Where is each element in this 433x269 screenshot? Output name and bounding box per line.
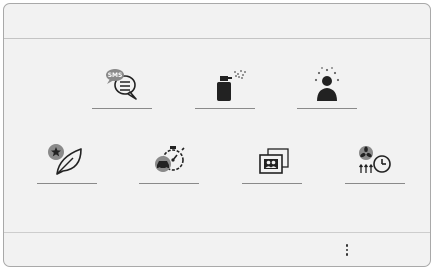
tile-underline: [92, 108, 152, 109]
tile-ambiance[interactable]: [297, 64, 357, 112]
tile-underline: [195, 108, 255, 109]
tile-fragrance[interactable]: [195, 64, 255, 112]
more-vertical-icon[interactable]: [340, 239, 354, 261]
tile-climate-programming[interactable]: [345, 139, 405, 187]
eco-leaf-star-icon: [37, 139, 97, 179]
tile-underline: [139, 183, 199, 184]
tile-photos[interactable]: [242, 139, 302, 187]
fan-clock-icon: [345, 139, 405, 179]
sms-bubble-icon: SMS: [92, 64, 152, 104]
tile-underline: [297, 108, 357, 109]
tile-underline: [242, 183, 302, 184]
tile-sms[interactable]: SMS: [92, 64, 152, 112]
top-bar: [4, 4, 430, 39]
tile-underline: [37, 183, 97, 184]
fragrance-spray-icon: [195, 64, 255, 104]
car-timer-icon: [139, 139, 199, 179]
person-light-icon: [297, 64, 357, 104]
bottom-bar: [4, 232, 430, 266]
app-screen: SMS: [3, 3, 431, 267]
tile-underline: [345, 183, 405, 184]
photo-album-icon: [242, 139, 302, 179]
tile-eco[interactable]: [37, 139, 97, 187]
svg-text:SMS: SMS: [108, 72, 123, 79]
tile-driving-timer[interactable]: [139, 139, 199, 187]
